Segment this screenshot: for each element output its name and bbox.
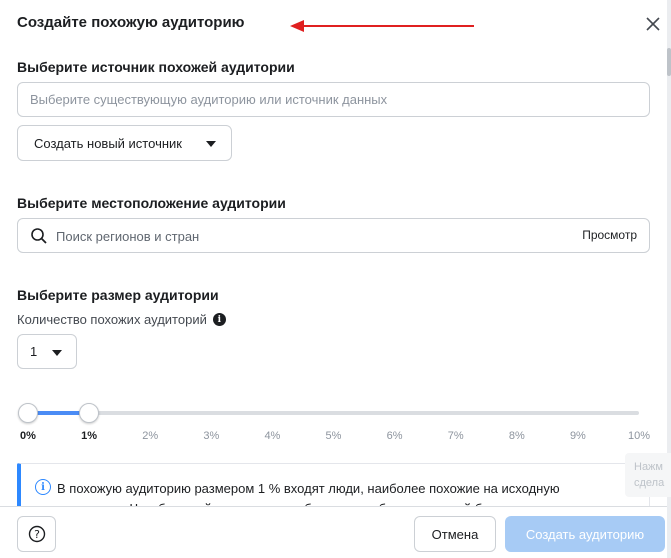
location-search-box: Просмотр — [17, 218, 650, 253]
slider-tick-label: 7% — [447, 430, 464, 442]
svg-text:?: ? — [34, 528, 40, 541]
location-heading: Выберите местоположение аудитории — [17, 195, 286, 211]
slider-tick-label: 5% — [325, 430, 342, 442]
slider-tick-label: 9% — [569, 430, 586, 442]
lookalike-count-label: Количество похожих аудиторий i — [17, 312, 226, 327]
size-heading: Выберите размер аудитории — [17, 287, 219, 303]
cancel-button[interactable]: Отмена — [414, 516, 496, 552]
slider-tick-label: 0% — [20, 430, 36, 442]
slider-tick-label: 4% — [264, 430, 281, 442]
caret-down-icon — [52, 350, 62, 356]
info-icon[interactable]: i — [212, 313, 226, 326]
help-button[interactable]: ? — [17, 516, 56, 552]
preview-link[interactable]: Просмотр — [582, 228, 637, 242]
source-heading: Выберите источник похожей аудитории — [17, 59, 295, 75]
slider-tick-label: 1% — [81, 430, 98, 442]
slider-tick-label: 3% — [203, 430, 220, 442]
search-icon — [31, 228, 47, 244]
location-search-input[interactable] — [56, 226, 556, 246]
red-arrow-annotation — [290, 20, 474, 32]
lookalike-count-select[interactable]: 1 — [17, 334, 77, 369]
size-slider-track[interactable] — [28, 411, 639, 415]
lookalike-count-text: Количество похожих аудиторий — [17, 312, 207, 327]
create-new-source-label: Создать новый источник — [34, 135, 182, 151]
caret-down-icon — [206, 141, 216, 147]
dialog-header: Создайте похожую аудиторию — [0, 0, 667, 46]
create-audience-button[interactable]: Создать аудиторию — [505, 516, 665, 552]
info-circle-icon: i — [35, 479, 51, 495]
slider-start-handle[interactable] — [18, 403, 38, 423]
tooltip-line-2: сдела — [634, 477, 665, 489]
question-icon: ? — [28, 525, 45, 543]
slider-tick-label: 10% — [627, 430, 651, 442]
create-new-source-button[interactable]: Создать новый источник — [17, 125, 232, 161]
create-lookalike-dialog: Создайте похожую аудиторию Выберите исто… — [0, 0, 667, 558]
slider-tick-label: 6% — [386, 430, 403, 442]
source-input[interactable] — [17, 82, 650, 117]
slider-end-handle[interactable] — [79, 403, 100, 423]
tooltip-line-1: Нажм — [634, 461, 663, 473]
scrollbar-thumb[interactable] — [667, 48, 671, 76]
slider-tick-label: 2% — [142, 430, 159, 442]
close-icon[interactable] — [644, 15, 662, 33]
slider-tick-label: 8% — [508, 430, 525, 442]
tooltip-fragment: Нажм сдела — [625, 453, 671, 497]
dialog-title: Создайте похожую аудиторию — [17, 14, 245, 31]
lookalike-count-value: 1 — [30, 344, 38, 359]
dialog-footer: ? Отмена Создать аудиторию — [0, 506, 667, 558]
